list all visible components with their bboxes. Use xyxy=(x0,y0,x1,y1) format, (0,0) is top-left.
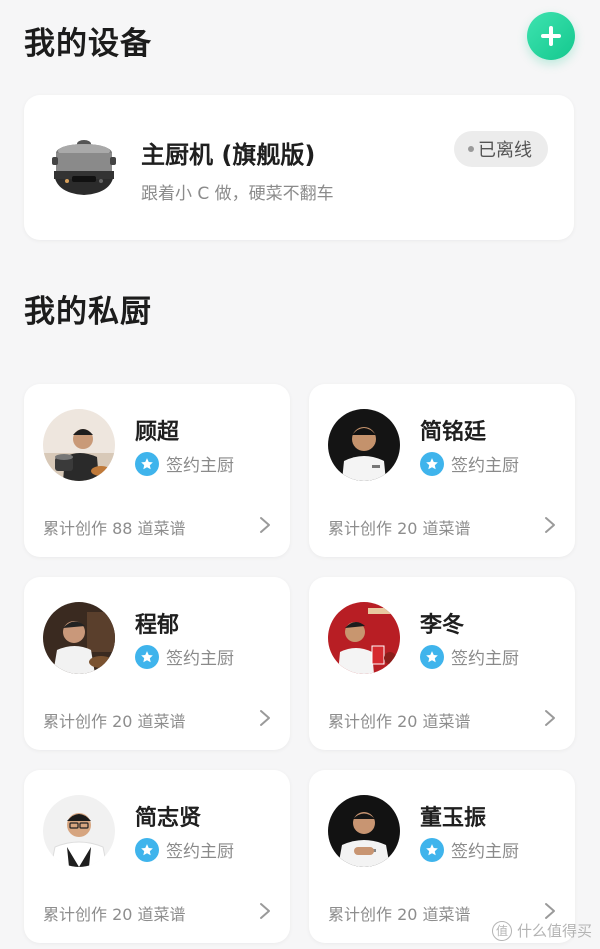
star-icon xyxy=(135,451,159,476)
badge-label: 签约主厨 xyxy=(166,649,234,669)
chevron-right-icon xyxy=(545,517,555,533)
chevron-right-icon xyxy=(260,517,270,533)
badge-label: 签约主厨 xyxy=(451,842,519,862)
chevron-right-icon xyxy=(260,903,270,919)
chef-card[interactable]: 程郁 签约主厨 累计创作 20 道菜谱 xyxy=(24,577,290,750)
chef-name: 顾超 xyxy=(135,420,180,445)
badge-label: 签约主厨 xyxy=(451,456,519,476)
watermark: 值 什么值得买 xyxy=(491,920,592,941)
chef-recipe-count: 累计创作 20 道菜谱 xyxy=(43,712,186,731)
star-icon xyxy=(135,837,159,862)
star-icon xyxy=(420,644,444,669)
chef-recipe-count: 累计创作 20 道菜谱 xyxy=(328,712,471,731)
devices-section-title: 我的设备 xyxy=(24,26,152,62)
chef-recipe-count: 累计创作 88 道菜谱 xyxy=(43,519,186,538)
signed-chef-badge: 签约主厨 xyxy=(135,837,234,862)
device-card[interactable]: 主厨机 (旗舰版) 跟着小 C 做，硬菜不翻车 已离线 xyxy=(24,95,574,240)
chef-name: 董玉振 xyxy=(420,806,487,831)
device-status-label: 已离线 xyxy=(478,140,532,161)
chevron-right-icon xyxy=(260,710,270,726)
chef-name: 简志贤 xyxy=(135,806,202,831)
chef-avatar xyxy=(43,409,115,481)
chef-avatar xyxy=(328,409,400,481)
chef-card[interactable]: 顾超 签约主厨 累计创作 88 道菜谱 xyxy=(24,384,290,557)
chef-card[interactable]: 简铭廷 签约主厨 累计创作 20 道菜谱 xyxy=(309,384,575,557)
chef-avatar xyxy=(328,602,400,674)
device-name: 主厨机 (旗舰版) xyxy=(141,141,316,169)
status-dot-icon xyxy=(468,146,474,152)
signed-chef-badge: 签约主厨 xyxy=(420,837,519,862)
chef-avatar xyxy=(328,795,400,867)
chef-name: 程郁 xyxy=(135,613,180,638)
star-icon xyxy=(420,837,444,862)
device-description: 跟着小 C 做，硬菜不翻车 xyxy=(141,184,334,204)
star-icon xyxy=(420,451,444,476)
chevron-right-icon xyxy=(545,710,555,726)
signed-chef-badge: 签约主厨 xyxy=(420,644,519,669)
badge-label: 签约主厨 xyxy=(166,456,234,476)
badge-label: 签约主厨 xyxy=(451,649,519,669)
chef-avatar xyxy=(43,795,115,867)
chef-recipe-count: 累计创作 20 道菜谱 xyxy=(43,905,186,924)
watermark-logo-icon: 值 xyxy=(491,920,512,941)
chef-card[interactable]: 简志贤 签约主厨 累计创作 20 道菜谱 xyxy=(24,770,290,943)
signed-chef-badge: 签约主厨 xyxy=(420,451,519,476)
signed-chef-badge: 签约主厨 xyxy=(135,451,234,476)
watermark-text: 什么值得买 xyxy=(516,922,592,940)
chevron-right-icon xyxy=(545,903,555,919)
star-icon xyxy=(135,644,159,669)
chef-card[interactable]: 董玉振 签约主厨 累计创作 20 道菜谱 xyxy=(309,770,575,943)
chefs-section-title: 我的私厨 xyxy=(24,294,152,330)
device-status-badge: 已离线 xyxy=(454,131,548,167)
chef-name: 李冬 xyxy=(420,613,465,638)
chef-avatar xyxy=(43,602,115,674)
chef-recipe-count: 累计创作 20 道菜谱 xyxy=(328,905,471,924)
signed-chef-badge: 签约主厨 xyxy=(135,644,234,669)
add-device-button[interactable] xyxy=(527,12,575,60)
plus-icon xyxy=(541,26,561,46)
cooker-device-image xyxy=(50,131,118,201)
chef-card[interactable]: 李冬 签约主厨 累计创作 20 道菜谱 xyxy=(309,577,575,750)
chef-recipe-count: 累计创作 20 道菜谱 xyxy=(328,519,471,538)
badge-label: 签约主厨 xyxy=(166,842,234,862)
chef-name: 简铭廷 xyxy=(420,420,487,445)
